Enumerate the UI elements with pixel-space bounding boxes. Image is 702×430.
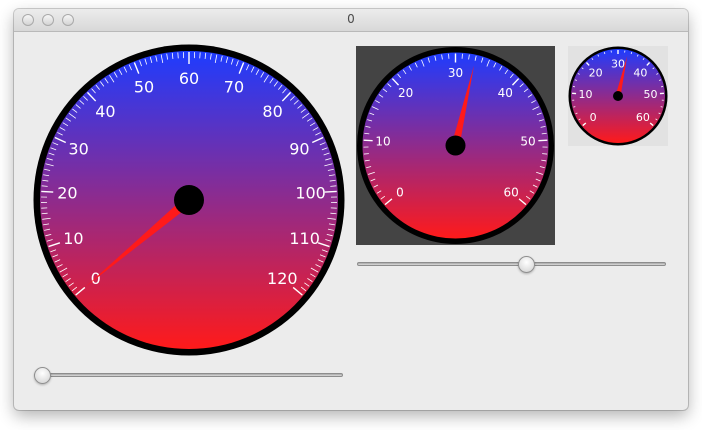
- gauge-hub: [445, 135, 466, 156]
- gauge-label: 20: [589, 66, 603, 79]
- gauge-label: 40: [498, 86, 513, 100]
- app-window: 0 0 10 20 30 40 50 60 70 80 90 100 110 120 0 10 20 30 40…: [14, 9, 688, 410]
- medium-gauge-svg: 0 10 20 30 40 50 60: [356, 46, 555, 245]
- small-gauge: 0 10 20 30 40 50 60: [568, 46, 668, 146]
- gauge-label: 50: [134, 78, 154, 97]
- minor-tick: [603, 51, 606, 55]
- gauge-label: 40: [95, 102, 115, 121]
- gauge-label: 50: [643, 88, 657, 101]
- gauge-label: 50: [520, 135, 535, 149]
- slider-knob[interactable]: [517, 256, 535, 273]
- minor-tick: [630, 51, 633, 55]
- gauge-label: 100: [295, 184, 326, 203]
- minor-tick: [330, 212, 337, 215]
- gauge-label: 60: [636, 111, 650, 124]
- gauge-label: 80: [262, 102, 282, 121]
- gauge-hub: [174, 185, 204, 215]
- gauge-label: 10: [375, 135, 390, 149]
- gauge-label: 0: [396, 185, 404, 199]
- gauge-label: 10: [579, 88, 593, 101]
- gauge-label: 10: [63, 229, 83, 248]
- window-title: 0: [347, 12, 355, 26]
- gauge-label: 20: [398, 86, 413, 100]
- large-gauge-slider[interactable]: [34, 367, 343, 385]
- gauge-label: 30: [611, 57, 625, 70]
- gauge-label: 60: [503, 185, 518, 199]
- gauge-label: 70: [224, 78, 244, 97]
- gauge-label: 30: [68, 139, 88, 158]
- large-gauge: 0102030405060708090100110120: [33, 44, 345, 356]
- gauge-label: 90: [289, 139, 309, 158]
- major-tick: [324, 190, 337, 193]
- major-tick: [363, 139, 373, 142]
- minor-tick: [41, 212, 48, 215]
- medium-gauge: 0 10 20 30 40 50 60: [356, 46, 555, 245]
- slider-track[interactable]: [357, 262, 666, 266]
- major-tick: [41, 190, 54, 193]
- gauge-hub: [613, 91, 623, 101]
- gauge-label: 20: [57, 184, 77, 203]
- gauge-label: 40: [633, 66, 647, 79]
- gauge-label: 60: [179, 69, 199, 88]
- gauge-label: 30: [448, 66, 463, 80]
- large-gauge-svg: 0102030405060708090100110120: [33, 44, 345, 356]
- slider-knob[interactable]: [34, 367, 51, 384]
- gauge-label: 0: [590, 111, 597, 124]
- gauge-label: 120: [267, 269, 298, 288]
- slider-track[interactable]: [34, 373, 343, 377]
- title-bar: 0: [14, 9, 688, 32]
- small-gauge-svg: 0 10 20 30 40 50 60: [568, 46, 668, 146]
- major-tick: [538, 139, 548, 142]
- medium-gauge-slider[interactable]: [357, 256, 666, 274]
- gauge-label: 110: [289, 229, 320, 248]
